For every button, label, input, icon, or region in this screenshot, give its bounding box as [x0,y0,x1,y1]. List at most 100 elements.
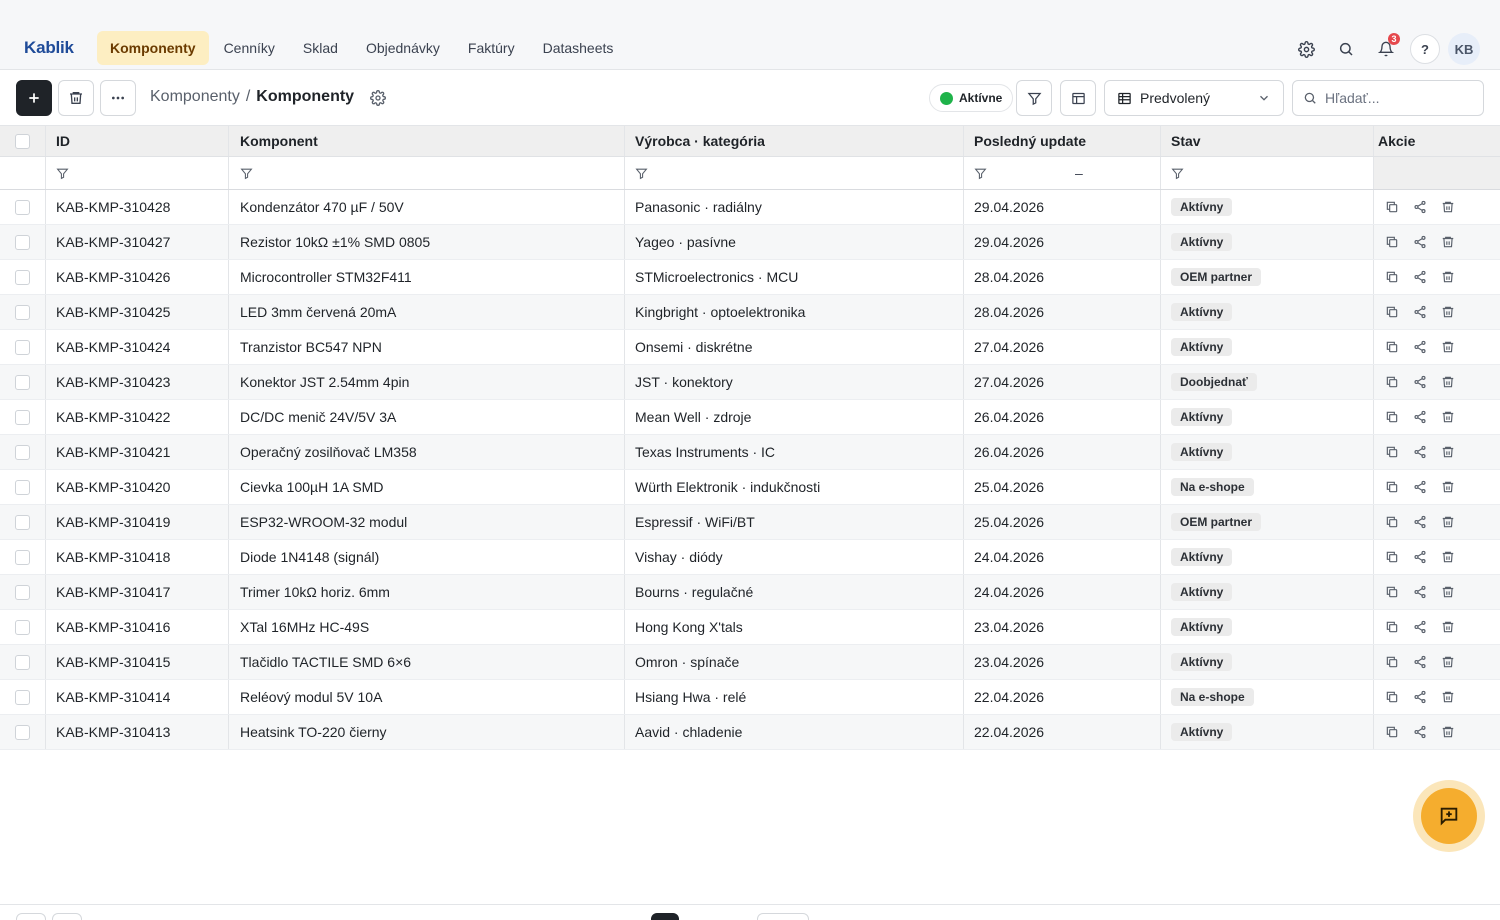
table-row[interactable]: KAB-KMP-310420 Cievka 100µH 1A SMD Würth E… [0,470,1500,505]
trash-icon[interactable] [1440,374,1456,390]
tab-faktury[interactable]: Faktúry [455,31,528,65]
table-row[interactable]: KAB-KMP-310414 Reléový modul 5V 10A Hsiang… [0,680,1500,715]
copy-icon[interactable] [1384,339,1400,355]
table-row[interactable]: KAB-KMP-310415 Tlačidlo TACTILE SMD 6×6 Om… [0,645,1500,680]
copy-icon[interactable] [1384,234,1400,250]
avatar[interactable]: KB [1448,33,1480,65]
share-icon[interactable] [1412,444,1428,460]
trash-icon[interactable] [1440,269,1456,285]
trash-icon[interactable] [1440,724,1456,740]
tab-objednavky[interactable]: Objednávky [353,31,453,65]
row-checkbox[interactable] [15,304,30,320]
brand-logo[interactable]: Kablik [24,38,74,58]
select-all-checkbox[interactable] [15,133,30,149]
copy-icon[interactable] [1384,199,1400,215]
filter-icon[interactable] [1171,167,1184,180]
trash-icon[interactable] [1440,549,1456,565]
add-button[interactable] [16,80,52,116]
share-icon[interactable] [1412,549,1428,565]
tab-datasheets[interactable]: Datasheets [530,31,627,65]
help-button[interactable]: ? [1410,34,1440,64]
row-checkbox[interactable] [15,514,30,530]
table-row[interactable]: KAB-KMP-310418 Diode 1N4148 (signál) Visha… [0,540,1500,575]
cell-id[interactable]: KAB-KMP-310419 [46,505,229,539]
trash-icon[interactable] [1440,304,1456,320]
copy-icon[interactable] [1384,514,1400,530]
trash-icon[interactable] [1440,444,1456,460]
copy-icon[interactable] [1384,444,1400,460]
share-icon[interactable] [1412,689,1428,705]
search-input[interactable] [1325,90,1465,106]
search-icon[interactable] [1330,33,1362,65]
row-checkbox[interactable] [15,409,30,425]
filter-icon[interactable] [974,167,987,180]
tab-komponenty[interactable]: Komponenty [97,31,209,65]
table-row[interactable]: KAB-KMP-310416 XTal 16MHz HC-49S Hong Kong… [0,610,1500,645]
feedback-chat-button[interactable] [1421,788,1477,844]
row-checkbox[interactable] [15,724,30,740]
column-header-status[interactable]: Stav [1161,126,1374,156]
trash-icon[interactable] [1440,409,1456,425]
share-icon[interactable] [1412,269,1428,285]
table-row[interactable]: KAB-KMP-310428 Kondenzátor 470 µF / 50V Pa… [0,190,1500,225]
bell-icon[interactable]: 3 [1370,33,1402,65]
trash-icon[interactable] [1440,689,1456,705]
share-icon[interactable] [1412,654,1428,670]
table-row[interactable]: KAB-KMP-310421 Operačný zosilňovač LM358 T… [0,435,1500,470]
page-settings-gear-icon[interactable] [367,87,389,109]
row-checkbox[interactable] [15,339,30,355]
trash-icon[interactable] [1440,234,1456,250]
cell-id[interactable]: KAB-KMP-310417 [46,575,229,609]
table-row[interactable]: KAB-KMP-310425 LED 3mm červená 20mA Kingbr… [0,295,1500,330]
table-row[interactable]: KAB-KMP-310424 Tranzistor BC547 NPN Onsemi… [0,330,1500,365]
share-icon[interactable] [1412,619,1428,635]
column-header-maker[interactable]: Výrobca · kategória [625,126,964,156]
share-icon[interactable] [1412,724,1428,740]
table-row[interactable]: KAB-KMP-310417 Trimer 10kΩ horiz. 6mm Bour… [0,575,1500,610]
copy-icon[interactable] [1384,374,1400,390]
filter-maker[interactable] [625,157,964,189]
share-icon[interactable] [1412,514,1428,530]
table-row[interactable]: KAB-KMP-310422 DC/DC menič 24V/5V 3A Mean … [0,400,1500,435]
trash-icon[interactable] [1440,619,1456,635]
row-checkbox[interactable] [15,689,30,705]
table-row[interactable]: KAB-KMP-310427 Rezistor 10kΩ ±1% SMD 0805… [0,225,1500,260]
cell-id[interactable]: KAB-KMP-310425 [46,295,229,329]
share-icon[interactable] [1412,304,1428,320]
copy-icon[interactable] [1384,724,1400,740]
filter-button[interactable] [1016,80,1052,116]
page-size-select[interactable] [757,913,809,920]
row-checkbox[interactable] [15,374,30,390]
tab-sklad[interactable]: Sklad [290,31,351,65]
column-header-updated[interactable]: Posledný update [964,126,1161,156]
cell-id[interactable]: KAB-KMP-310426 [46,260,229,294]
table-row[interactable]: KAB-KMP-310426 Microcontroller STM32F411 S… [0,260,1500,295]
cell-id[interactable]: KAB-KMP-310420 [46,470,229,504]
copy-icon[interactable] [1384,549,1400,565]
gear-icon[interactable] [1290,33,1322,65]
share-icon[interactable] [1412,339,1428,355]
row-checkbox[interactable] [15,234,30,250]
cell-id[interactable]: KAB-KMP-310415 [46,645,229,679]
share-icon[interactable] [1412,584,1428,600]
trash-icon[interactable] [1440,479,1456,495]
filter-id[interactable] [46,157,229,189]
copy-icon[interactable] [1384,619,1400,635]
trash-icon[interactable] [1440,584,1456,600]
columns-button[interactable] [1060,80,1096,116]
view-select[interactable]: Predvolený [1104,80,1284,116]
cell-id[interactable]: KAB-KMP-310413 [46,715,229,749]
delete-button[interactable] [58,80,94,116]
trash-icon[interactable] [1440,514,1456,530]
tab-cenniky[interactable]: Cenníky [211,31,288,65]
prev-page-button[interactable] [52,913,82,920]
copy-icon[interactable] [1384,409,1400,425]
filter-icon[interactable] [56,167,69,180]
copy-icon[interactable] [1384,689,1400,705]
cell-id[interactable]: KAB-KMP-310416 [46,610,229,644]
share-icon[interactable] [1412,374,1428,390]
row-checkbox[interactable] [15,269,30,285]
more-button[interactable] [100,80,136,116]
copy-icon[interactable] [1384,269,1400,285]
share-icon[interactable] [1412,199,1428,215]
